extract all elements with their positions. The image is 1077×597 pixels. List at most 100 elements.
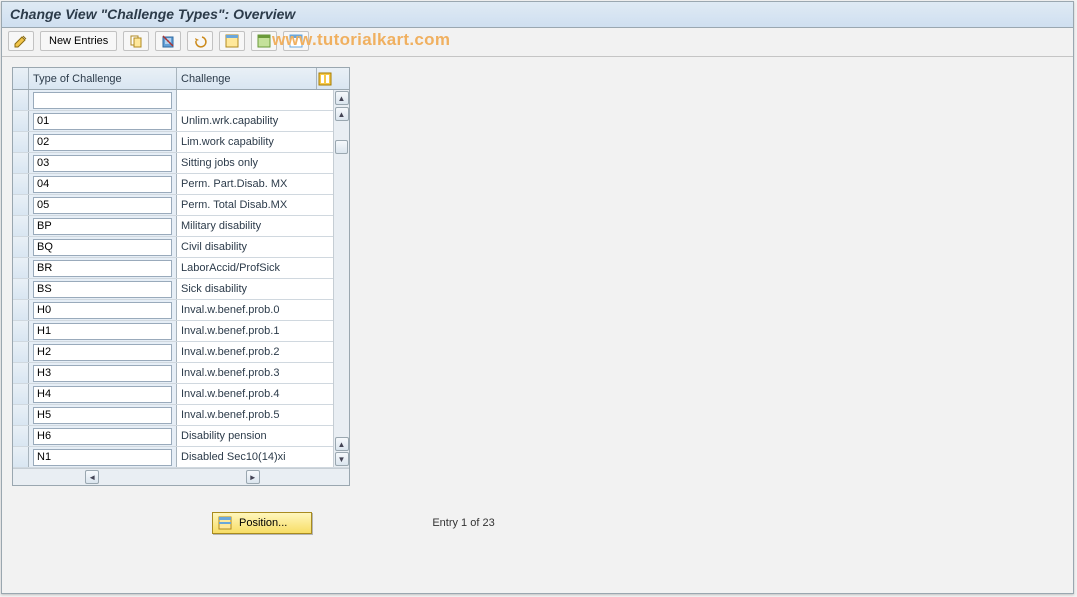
row-selector[interactable] (13, 237, 29, 257)
cell-challenge[interactable]: Inval.w.benef.prob.4 (177, 384, 317, 404)
new-entries-button[interactable]: New Entries (40, 31, 117, 51)
cell-challenge[interactable]: Disability pension (177, 426, 317, 446)
cell-challenge[interactable]: Civil disability (177, 237, 317, 257)
scroll-left-icon[interactable]: ◄ (85, 470, 99, 484)
type-input[interactable] (33, 176, 172, 193)
table-row: Inval.w.benef.prob.4 (13, 384, 349, 405)
table-body: Unlim.wrk.capabilityLim.work capabilityS… (13, 90, 349, 468)
table-config-icon[interactable] (317, 68, 333, 89)
type-input[interactable] (33, 218, 172, 235)
table-header-row: Type of Challenge Challenge (13, 68, 349, 90)
type-input[interactable] (33, 344, 172, 361)
row-selector[interactable] (13, 90, 29, 110)
select-all-icon[interactable] (219, 31, 245, 51)
row-selector[interactable] (13, 384, 29, 404)
table-row: Inval.w.benef.prob.0 (13, 300, 349, 321)
row-selector[interactable] (13, 153, 29, 173)
row-selector[interactable] (13, 258, 29, 278)
challenge-table: Type of Challenge Challenge Unlim.wrk.ca… (12, 67, 350, 486)
type-input[interactable] (33, 449, 172, 466)
table-row: Inval.w.benef.prob.2 (13, 342, 349, 363)
row-selector[interactable] (13, 111, 29, 131)
cell-challenge[interactable]: Unlim.wrk.capability (177, 111, 317, 131)
cell-type (29, 195, 177, 215)
type-input[interactable] (33, 428, 172, 445)
cell-type (29, 405, 177, 425)
cell-challenge[interactable]: Sitting jobs only (177, 153, 317, 173)
scroll-thumb[interactable] (335, 140, 348, 154)
cell-challenge[interactable]: Inval.w.benef.prob.1 (177, 321, 317, 341)
type-input[interactable] (33, 155, 172, 172)
cell-challenge[interactable]: LaborAccid/ProfSick (177, 258, 317, 278)
row-selector[interactable] (13, 447, 29, 467)
horizontal-scrollbar[interactable]: ◄ ► (13, 468, 349, 485)
table-row: Inval.w.benef.prob.5 (13, 405, 349, 426)
row-selector[interactable] (13, 279, 29, 299)
type-input[interactable] (33, 113, 172, 130)
row-selector[interactable] (13, 216, 29, 236)
row-selector[interactable] (13, 195, 29, 215)
cell-challenge[interactable]: Military disability (177, 216, 317, 236)
cell-type (29, 132, 177, 152)
cell-challenge[interactable]: Inval.w.benef.prob.2 (177, 342, 317, 362)
table-row: Inval.w.benef.prob.1 (13, 321, 349, 342)
select-all-header[interactable] (13, 68, 29, 89)
vertical-scrollbar[interactable]: ▲ ▲ ▲ ▼ (333, 90, 349, 467)
type-input[interactable] (33, 134, 172, 151)
cell-type (29, 300, 177, 320)
table-row: Perm. Part.Disab. MX (13, 174, 349, 195)
type-input[interactable] (33, 302, 172, 319)
row-selector[interactable] (13, 174, 29, 194)
cell-challenge[interactable]: Inval.w.benef.prob.5 (177, 405, 317, 425)
cell-challenge[interactable]: Perm. Part.Disab. MX (177, 174, 317, 194)
cell-challenge[interactable]: Inval.w.benef.prob.3 (177, 363, 317, 383)
toggle-change-icon[interactable] (8, 31, 34, 51)
row-selector[interactable] (13, 426, 29, 446)
cell-challenge[interactable] (177, 90, 317, 110)
cell-challenge[interactable]: Perm. Total Disab.MX (177, 195, 317, 215)
table-row: Civil disability (13, 237, 349, 258)
copy-as-icon[interactable] (123, 31, 149, 51)
row-selector[interactable] (13, 405, 29, 425)
type-input[interactable] (33, 260, 172, 277)
undo-icon[interactable] (187, 31, 213, 51)
select-block-icon[interactable] (251, 31, 277, 51)
cell-type (29, 111, 177, 131)
cell-challenge[interactable]: Disabled Sec10(14)xi (177, 447, 317, 467)
scroll-down-icon[interactable]: ▼ (335, 452, 349, 466)
type-input[interactable] (33, 386, 172, 403)
table-row: Inval.w.benef.prob.3 (13, 363, 349, 384)
row-selector[interactable] (13, 132, 29, 152)
footer-row: Position... Entry 1 of 23 (12, 512, 1063, 534)
type-input[interactable] (33, 407, 172, 424)
table-row: Lim.work capability (13, 132, 349, 153)
col-header-type[interactable]: Type of Challenge (29, 68, 177, 89)
scroll-down-icon-2[interactable]: ▲ (335, 437, 349, 451)
scroll-track[interactable] (334, 122, 349, 436)
cell-type (29, 153, 177, 173)
type-input[interactable] (33, 365, 172, 382)
cell-type (29, 90, 177, 110)
cell-type (29, 258, 177, 278)
col-header-challenge[interactable]: Challenge (177, 68, 317, 89)
position-button[interactable]: Position... (212, 512, 312, 534)
deselect-all-icon[interactable] (283, 31, 309, 51)
type-input[interactable] (33, 197, 172, 214)
cell-challenge[interactable]: Sick disability (177, 279, 317, 299)
row-selector[interactable] (13, 342, 29, 362)
delete-icon[interactable] (155, 31, 181, 51)
type-input[interactable] (33, 239, 172, 256)
type-input[interactable] (33, 323, 172, 340)
row-selector[interactable] (13, 321, 29, 341)
scroll-right-icon[interactable]: ► (246, 470, 260, 484)
cell-challenge[interactable]: Lim.work capability (177, 132, 317, 152)
cell-challenge[interactable]: Inval.w.benef.prob.0 (177, 300, 317, 320)
type-input[interactable] (33, 281, 172, 298)
cell-type (29, 174, 177, 194)
row-selector[interactable] (13, 300, 29, 320)
table-row (13, 90, 349, 111)
row-selector[interactable] (13, 363, 29, 383)
scroll-up-icon[interactable]: ▲ (335, 91, 349, 105)
scroll-up-icon-2[interactable]: ▲ (335, 107, 349, 121)
type-input[interactable] (33, 92, 172, 109)
